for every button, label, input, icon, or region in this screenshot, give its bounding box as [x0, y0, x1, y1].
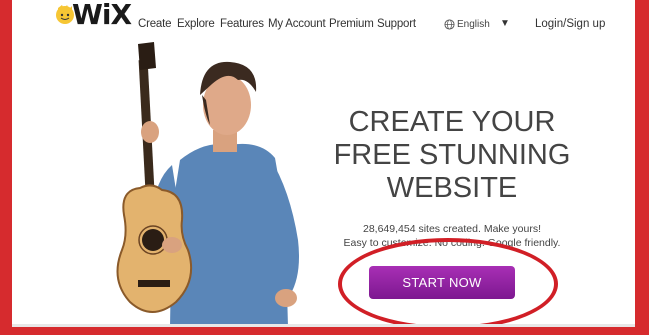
headline-line-1: CREATE YOUR	[348, 106, 556, 138]
hero-headline: CREATE YOUR FREE STUNNING WEBSITE	[312, 106, 592, 205]
features-text: Easy to customize. No coding. Google fri…	[343, 237, 561, 249]
nav-premium[interactable]: Premium	[329, 18, 374, 30]
nav-create[interactable]: Create	[138, 18, 172, 30]
nav-support[interactable]: Support	[377, 18, 416, 30]
globe-icon	[444, 19, 455, 30]
page-frame: WiX Create Explore Features My Account P…	[12, 0, 635, 327]
brand-wordmark: WiX	[72, 0, 132, 31]
headline-line-3: WEBSITE	[386, 172, 518, 204]
language-selector[interactable]: English	[457, 19, 490, 30]
nav-explore[interactable]: Explore	[177, 18, 215, 30]
hero-subtext: 28,649,454 sites created. Make yours! Ea…	[302, 222, 602, 250]
headline-line-2: FREE STUNNING	[333, 139, 571, 171]
hero-image-guitarist	[116, 42, 299, 327]
login-signup-link[interactable]: Login/Sign up	[535, 18, 605, 30]
chevron-down-icon[interactable]: ▼	[500, 18, 510, 29]
nav-features[interactable]: Features	[220, 18, 264, 30]
bottom-divider	[12, 324, 635, 327]
nav-my-account[interactable]: My Account	[268, 18, 326, 30]
start-now-button[interactable]: START NOW	[369, 266, 515, 299]
sites-created-text: 28,649,454 sites created. Make yours!	[362, 223, 542, 235]
